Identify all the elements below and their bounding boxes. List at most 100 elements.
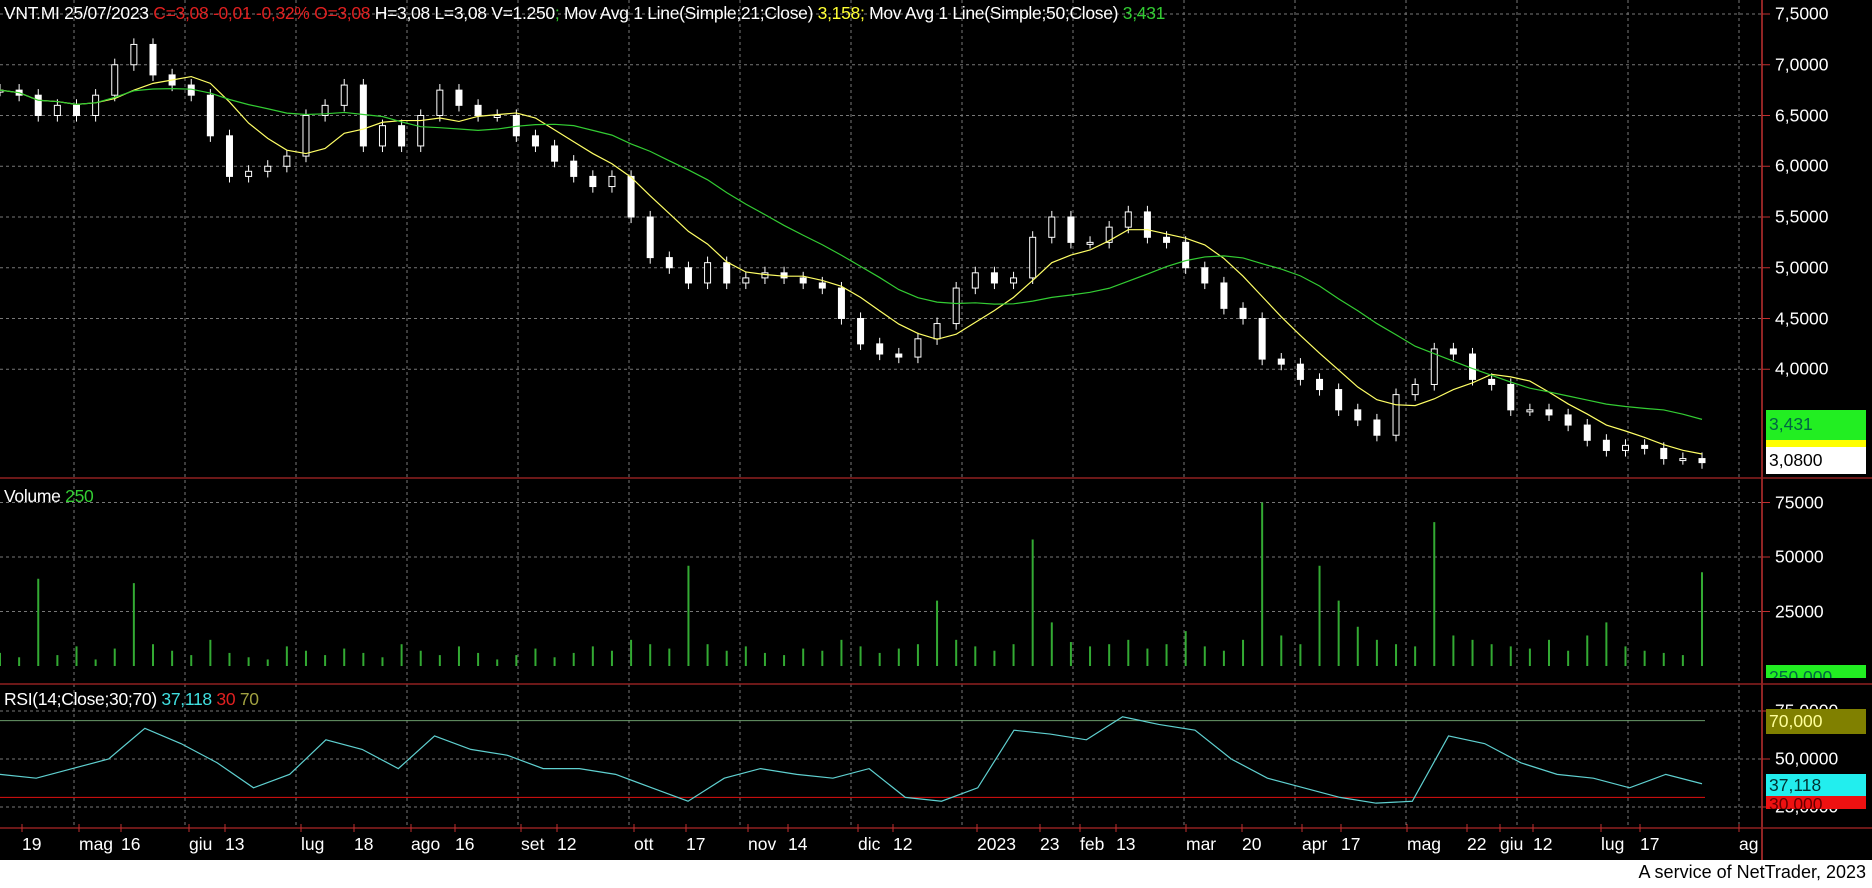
- chart-area[interactable]: VNT.MI 25/07/2023 C=3,08 -0,01 -0,32% O=…: [0, 0, 1872, 860]
- price-header: VNT.MI 25/07/2023 C=3,08 -0,01 -0,32% O=…: [4, 3, 1165, 24]
- 0-axis-label: 4,0000: [1775, 358, 1829, 379]
- rsi-high: 70: [239, 689, 259, 709]
- footer-credit: A service of NetTrader, 2023: [1638, 862, 1866, 882]
- candle-body: [283, 155, 291, 167]
- date-axis-label: 2023: [977, 834, 1016, 854]
- date-axis-label: 19: [22, 834, 42, 854]
- candle-body: [34, 94, 42, 116]
- candle-body: [1182, 241, 1190, 269]
- candle-body: [627, 175, 635, 218]
- 0-axis-label: 5,5000: [1775, 206, 1829, 227]
- date-axis-label: set: [521, 834, 545, 854]
- candle-body: [1469, 353, 1477, 380]
- candle-body: [1067, 216, 1075, 243]
- candle-body: [952, 287, 960, 325]
- candle-body: [1602, 439, 1610, 451]
- candle-body: [608, 175, 616, 188]
- date-axis-label: ott: [634, 834, 654, 854]
- candle-body: [206, 94, 214, 137]
- rsi-current: 37,118: [161, 689, 212, 709]
- date-axis-label: mar: [1186, 834, 1217, 854]
- rsi-line: [0, 716, 1703, 804]
- last-price-box: 3,0800: [1766, 447, 1866, 474]
- date: 25/07/2023: [64, 3, 149, 23]
- volume-panel-label: Volume 250: [4, 486, 94, 507]
- candle-body: [837, 287, 845, 319]
- date-axis-label: 16: [455, 834, 475, 854]
- candle-body: [1679, 458, 1687, 462]
- date-axis-label: giu: [189, 834, 213, 854]
- volume-title: Volume: [4, 486, 61, 506]
- candle-body: [704, 262, 712, 284]
- candle-body: [895, 353, 903, 358]
- date-axis-label: 13: [225, 834, 245, 854]
- date-axis-label: 16: [121, 834, 141, 854]
- 2-axis-label: 50,0000: [1775, 748, 1839, 769]
- date-axis-label: 13: [1116, 834, 1136, 854]
- candle-body: [780, 272, 788, 279]
- high-value: H=3,08: [374, 3, 430, 23]
- separator: ;: [554, 3, 560, 23]
- date-axis-label: 12: [1533, 834, 1553, 854]
- candle-body: [1392, 394, 1400, 436]
- ma50-label: Mov Avg 1 Line(Simple;50;Close): [869, 3, 1119, 23]
- 1-axis-label: 25000: [1775, 601, 1824, 621]
- candle-body: [1335, 389, 1343, 411]
- rsi-value-box: 37,118: [1766, 774, 1866, 796]
- candle-body: [531, 135, 539, 147]
- candle-body: [589, 175, 597, 188]
- date-axis-label: dic: [858, 834, 881, 854]
- candle-body: [378, 125, 386, 147]
- date-axis-label: mag: [1407, 834, 1442, 854]
- candle-body: [1622, 444, 1630, 451]
- candle-body: [1698, 458, 1706, 464]
- candle-body: [1163, 236, 1171, 243]
- date-axis-label: 18: [354, 834, 374, 854]
- candle-body: [359, 84, 367, 147]
- ma21-value: 3,158: [817, 3, 861, 23]
- candle-body: [1545, 409, 1553, 416]
- candle-body: [761, 272, 769, 279]
- candle-body: [302, 115, 310, 157]
- 0-axis-label: 6,5000: [1775, 105, 1829, 125]
- date-axis-label: apr: [1302, 834, 1328, 854]
- candle-body: [742, 277, 750, 284]
- symbol: VNT.MI: [4, 3, 60, 23]
- candle-body: [1296, 363, 1304, 380]
- date-axis-label: 23: [1040, 834, 1060, 854]
- candle-body: [436, 89, 444, 116]
- candle-body: [1124, 211, 1132, 228]
- separator: ;: [859, 3, 865, 23]
- low-value: L=3,08: [434, 3, 487, 23]
- candle-body: [570, 160, 578, 177]
- 0-axis-label: 4,5000: [1775, 308, 1829, 328]
- date-axis-label: mag: [79, 834, 114, 854]
- candle-body: [723, 262, 731, 284]
- open-value: O=3,08: [314, 3, 371, 23]
- rsi-panel-label: RSI(14;Close;30;70) 37,118 30 70: [4, 689, 259, 710]
- date-axis-label: lug: [301, 834, 325, 854]
- candle-body: [646, 216, 654, 259]
- candle-body: [1488, 378, 1496, 385]
- rsi-high-box: 70,000: [1766, 709, 1866, 734]
- candle-body: [1029, 236, 1037, 279]
- change-pct: -0,32%: [255, 3, 310, 23]
- candle-body: [1316, 378, 1324, 391]
- candle-body: [1201, 267, 1209, 284]
- candle-body: [990, 272, 998, 284]
- candle-body: [1220, 282, 1228, 309]
- candle-body: [876, 343, 884, 355]
- candle-body: [857, 318, 865, 345]
- chart-canvas[interactable]: [0, 0, 1872, 860]
- date-axis-label: ag: [1739, 834, 1759, 854]
- candle-body: [1354, 409, 1362, 421]
- candle-body: [149, 43, 157, 76]
- candle-body: [799, 277, 807, 284]
- candle-body: [1564, 414, 1572, 426]
- candle-body: [111, 64, 119, 96]
- candle-body: [1277, 358, 1285, 365]
- candle-body: [971, 272, 979, 289]
- date-axis-label: 12: [557, 834, 577, 854]
- candle-body: [551, 145, 559, 162]
- candle-body: [340, 84, 348, 106]
